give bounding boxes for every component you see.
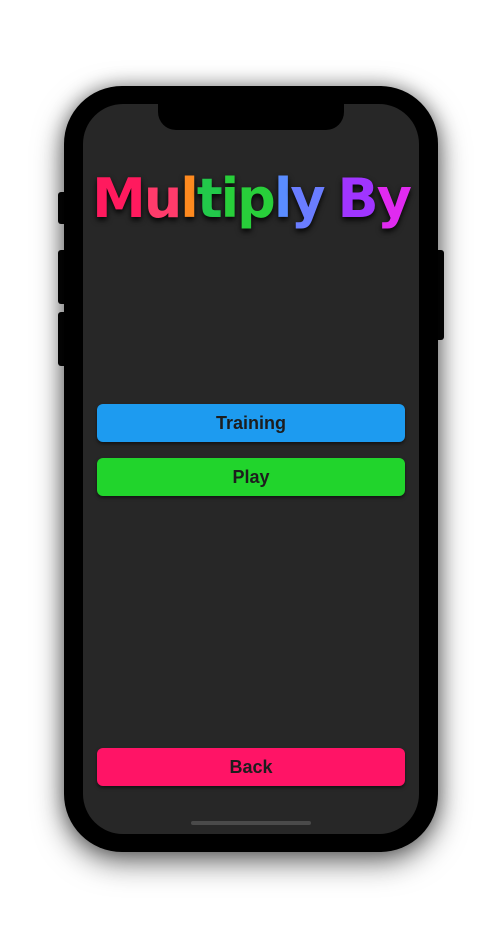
device-mockup: Multiply By Training Play Back (0, 0, 502, 926)
title-letter (324, 164, 338, 234)
title-letter: y (376, 167, 412, 230)
title-letter: u (143, 167, 182, 230)
notch (158, 104, 344, 130)
phone-frame: Multiply By Training Play Back (64, 86, 438, 852)
training-button[interactable]: Training (97, 404, 405, 442)
home-indicator (191, 821, 311, 825)
title-letter: M (92, 167, 146, 230)
title-letter: l (180, 167, 198, 230)
title-letter: y (290, 167, 325, 230)
back-button[interactable]: Back (97, 748, 405, 786)
title-letter: B (337, 167, 379, 230)
title-letter: i (220, 167, 239, 230)
app-title-logo: Multiply By (83, 164, 419, 234)
title-letter: l (273, 167, 292, 230)
play-button[interactable]: Play (97, 458, 405, 496)
title-letter: p (237, 167, 276, 230)
title-letter: t (196, 167, 223, 230)
app-screen: Multiply By Training Play Back (83, 104, 419, 834)
